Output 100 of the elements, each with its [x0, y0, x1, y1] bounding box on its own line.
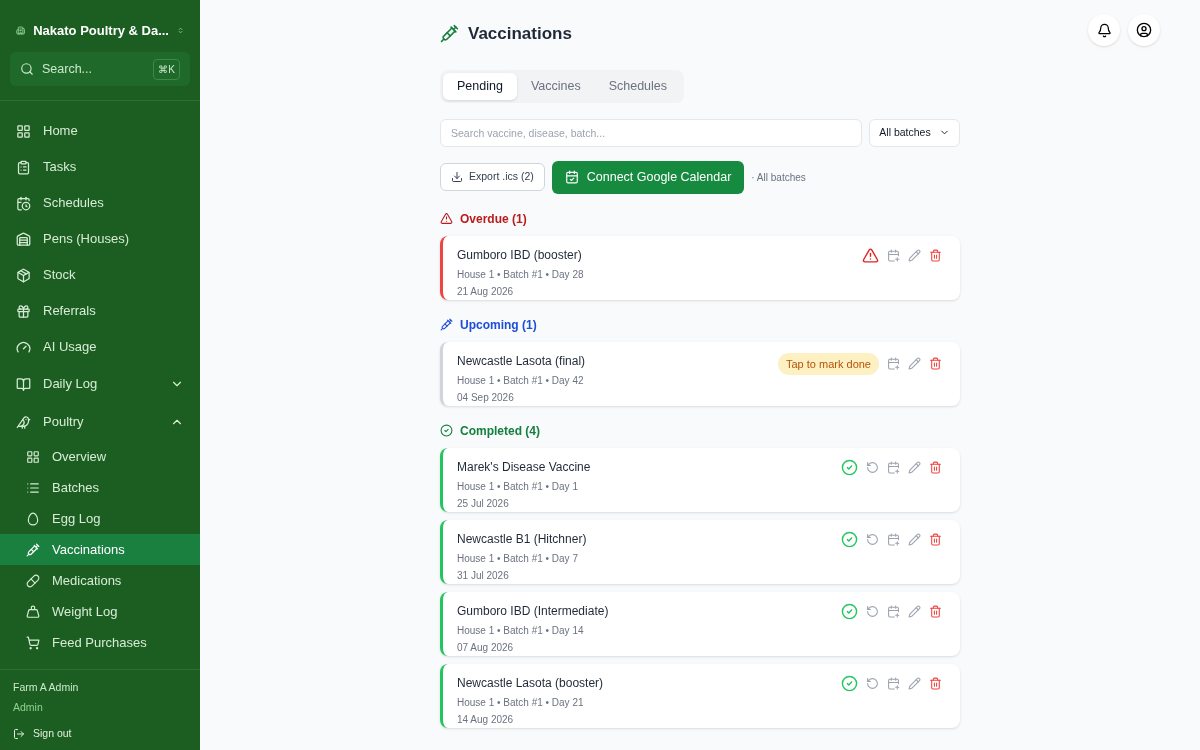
calendar-add-icon[interactable] — [887, 676, 900, 690]
due-date: 07 Aug 2026 — [457, 640, 515, 655]
nav-item[interactable]: Referrals — [0, 293, 200, 329]
nav-subitem[interactable]: Batches — [0, 472, 200, 503]
download-icon — [451, 171, 463, 183]
mark-done-badge[interactable]: Tap to mark done — [778, 352, 879, 375]
nav-subitem[interactable]: Weight Log — [0, 596, 200, 627]
calendar-add-icon[interactable] — [887, 604, 900, 618]
check-circle-icon[interactable] — [841, 602, 858, 620]
calendar-add-icon[interactable] — [887, 460, 900, 474]
calendar-add-icon[interactable] — [887, 532, 900, 546]
nav-group[interactable]: Poultry — [0, 403, 200, 441]
check-circle-icon[interactable] — [841, 674, 858, 692]
search-field[interactable]: Search... ⌘K — [10, 52, 190, 86]
user-name: Farm A Admin — [13, 679, 80, 695]
vaccination-card[interactable]: Gumboro IBD (Intermediate) House 1 • Batch #1 • Day 14 07 Aug 2026 — [440, 591, 960, 656]
cart-icon — [26, 635, 40, 650]
due-date: 21 Aug 2026 — [457, 284, 515, 299]
export-button[interactable]: Export .ics (2) — [440, 163, 545, 191]
check-circle-icon[interactable] — [841, 530, 858, 548]
batch-info: House 1 • Batch #1 • Day 21 — [457, 695, 585, 710]
section-heading: Upcoming (1) — [460, 316, 537, 334]
delete-icon[interactable] — [929, 460, 942, 474]
calendar-add-icon[interactable] — [887, 248, 900, 262]
undo-icon[interactable] — [866, 604, 879, 618]
tab[interactable]: Schedules — [594, 72, 682, 100]
vaccine-name: Newcastle Lasota (final) — [457, 352, 586, 370]
nav-item[interactable]: Stock — [0, 257, 200, 293]
egg-icon — [26, 511, 40, 526]
sign-out-icon — [13, 728, 25, 741]
edit-icon[interactable] — [908, 357, 921, 371]
nav-subitem[interactable]: Egg Log — [0, 503, 200, 534]
notifications-button[interactable] — [1088, 14, 1120, 46]
vaccination-card[interactable]: Newcastle Lasota (booster) House 1 • Batch #1 • Day 21 14 Aug 2026 — [440, 663, 960, 728]
clipboard-icon — [16, 159, 31, 175]
due-date: 25 Jul 2026 — [457, 496, 510, 511]
gift-icon — [16, 303, 31, 319]
undo-icon[interactable] — [866, 532, 879, 546]
nav-item[interactable]: Tasks — [0, 149, 200, 185]
delete-icon[interactable] — [929, 676, 942, 690]
nav-item[interactable]: Home — [0, 113, 200, 149]
tab[interactable]: Vaccines — [516, 72, 595, 100]
vaccination-card[interactable]: Gumboro IBD (booster) House 1 • Batch #1 • Day 28 21 Aug 2026 — [440, 235, 960, 300]
nav-item[interactable]: Pens (Houses) — [0, 221, 200, 257]
bird-icon — [16, 414, 31, 430]
grid-icon — [16, 123, 31, 139]
nav-item[interactable]: AI Usage — [0, 329, 200, 365]
vaccination-card[interactable]: Marek's Disease Vaccine House 1 • Batch #1 • Day 1 25 Jul 2026 — [440, 447, 960, 512]
delete-icon[interactable] — [929, 248, 942, 262]
vaccination-card[interactable]: Newcastle B1 (Hitchner) House 1 • Batch #1 • Day 7 31 Jul 2026 — [440, 519, 960, 584]
warehouse-icon — [16, 231, 31, 247]
vaccine-name: Newcastle Lasota (booster) — [457, 674, 604, 692]
section-heading: Overdue (1) — [460, 210, 527, 228]
book-icon — [16, 376, 31, 392]
undo-icon[interactable] — [866, 676, 879, 690]
delete-icon[interactable] — [929, 532, 942, 546]
box-icon — [16, 267, 31, 283]
edit-icon[interactable] — [908, 604, 921, 618]
grid-icon — [26, 449, 40, 464]
search-icon — [20, 62, 34, 76]
batch-info: House 1 • Batch #1 • Day 14 — [457, 623, 585, 638]
delete-icon[interactable] — [929, 357, 942, 371]
farm-name[interactable]: Nakato Poultry & Da... — [33, 20, 169, 41]
nav-subitem[interactable]: Feed Purchases — [0, 627, 200, 658]
weight-icon — [26, 604, 40, 619]
vaccine-name: Marek's Disease Vaccine — [457, 458, 591, 476]
search-field[interactable]: Search vaccine, disease, batch... — [440, 118, 862, 147]
vaccination-card[interactable]: Newcastle Lasota (final) House 1 • Batch #1 • Day 42 04 Sep 2026 Tap to mark done — [440, 341, 960, 406]
nav-subitem[interactable]: Medications — [0, 565, 200, 596]
shortcut-key: ⌘K — [153, 58, 180, 80]
delete-icon[interactable] — [929, 604, 942, 618]
connect-calendar-button[interactable]: Connect Google Calendar — [551, 160, 745, 194]
check-circle-icon[interactable] — [841, 458, 858, 476]
edit-icon[interactable] — [908, 460, 921, 474]
syringe-icon — [440, 24, 459, 44]
nav-subitem[interactable]: Overview — [0, 441, 200, 472]
edit-icon[interactable] — [908, 676, 921, 690]
edit-icon[interactable] — [908, 532, 921, 546]
tab[interactable]: Pending — [443, 72, 517, 100]
list-icon — [26, 480, 40, 495]
warning-icon[interactable] — [862, 246, 879, 264]
check-circle-icon — [440, 424, 453, 437]
calendar-clock-icon — [16, 195, 31, 211]
batch-info: House 1 • Batch #1 • Day 1 — [457, 479, 579, 494]
batch-dropdown[interactable]: All batches — [869, 118, 960, 147]
undo-icon[interactable] — [866, 460, 879, 474]
nav-subitem[interactable]: Vaccinations — [0, 534, 200, 565]
batch-info: House 1 • Batch #1 • Day 28 — [457, 267, 584, 282]
user-icon — [1136, 22, 1152, 38]
vaccine-name: Gumboro IBD (booster) — [457, 246, 583, 264]
page-title: Vaccinations — [468, 23, 572, 45]
sign-out-link[interactable]: Sign out — [13, 726, 187, 742]
account-button[interactable] — [1128, 14, 1160, 46]
nav-item[interactable]: Schedules — [0, 185, 200, 221]
nav-group[interactable]: Daily Log — [0, 365, 200, 403]
scope-note: · All batches — [751, 170, 806, 185]
edit-icon[interactable] — [908, 248, 921, 262]
batch-info: House 1 • Batch #1 • Day 7 — [457, 551, 579, 566]
calendar-add-icon[interactable] — [887, 357, 900, 371]
due-date: 31 Jul 2026 — [457, 568, 510, 583]
